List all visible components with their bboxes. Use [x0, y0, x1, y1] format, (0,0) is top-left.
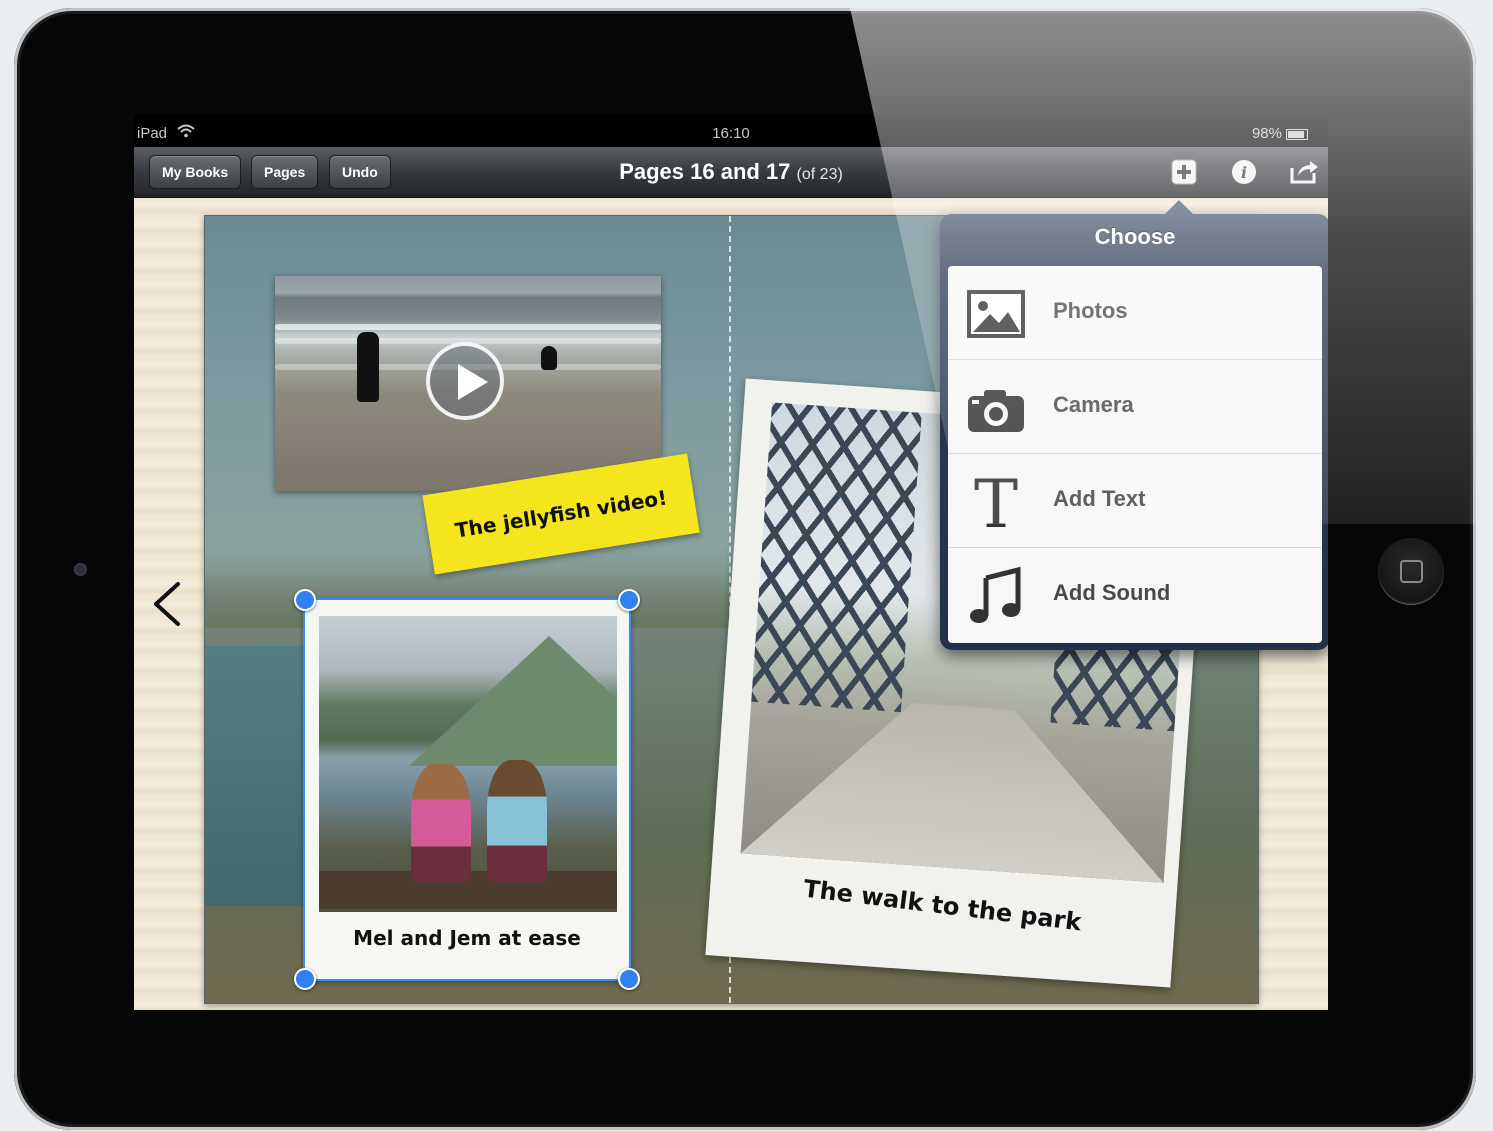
text-icon: T — [974, 472, 1018, 532]
bridge-truss — [751, 402, 922, 713]
add-icon[interactable] — [1167, 155, 1201, 189]
svg-text:T: T — [974, 472, 1018, 532]
camera-icon — [968, 390, 1024, 432]
kids-photo-card[interactable]: Mel and Jem at ease — [294, 589, 640, 990]
menu-item-label: Camera — [1053, 392, 1134, 417]
mountain — [409, 636, 617, 766]
jellyfish-video[interactable] — [275, 276, 661, 491]
status-time: 16:10 — [712, 125, 750, 142]
menu-item-label: Add Text — [1053, 486, 1146, 511]
wave — [275, 324, 661, 330]
svg-text:i: i — [1241, 163, 1247, 182]
page-title-main: Pages 16 and 17 — [619, 159, 791, 184]
kids-photo — [319, 616, 617, 912]
popover-arrow — [1164, 200, 1194, 215]
menu-item-add-sound[interactable]: Add Sound — [948, 548, 1322, 642]
toolbar: My Books Pages Undo Pages 16 and 17 (of … — [134, 147, 1328, 198]
page-title: Pages 16 and 17 (of 23) — [134, 159, 1328, 185]
kids-caption: Mel and Jem at ease — [353, 926, 581, 950]
menu-item-camera[interactable]: Camera — [948, 360, 1322, 454]
popover-title: Choose — [1094, 224, 1176, 249]
photo-icon — [967, 290, 1025, 338]
home-button[interactable] — [1378, 538, 1444, 604]
popover-list: Photos Camera T Add Text Add Sound — [948, 266, 1322, 643]
battery-icon — [1286, 128, 1308, 140]
resize-handle-bottom-right[interactable] — [618, 968, 640, 990]
battery-percent: 98% — [1251, 125, 1282, 142]
child-left — [411, 764, 471, 882]
page-title-count: (of 23) — [796, 166, 843, 183]
child-silhouette — [541, 346, 557, 370]
front-camera — [74, 563, 87, 576]
child-silhouette — [357, 332, 379, 402]
resize-handle-bottom-left[interactable] — [294, 968, 316, 990]
resize-handle-top-left[interactable] — [294, 589, 316, 611]
menu-item-photos[interactable]: Photos — [948, 266, 1322, 360]
home-square-icon — [1400, 560, 1423, 583]
choose-popover: Choose Photos Camera T Add Text Add Soun… — [940, 200, 1328, 650]
status-bar: iPad 16:10 98% — [134, 115, 1328, 147]
info-icon[interactable]: i — [1227, 155, 1261, 189]
child-right — [487, 760, 547, 882]
menu-item-add-text[interactable]: T Add Text — [948, 454, 1322, 548]
resize-handle-top-right[interactable] — [618, 589, 640, 611]
play-button[interactable] — [426, 342, 504, 420]
share-icon[interactable] — [1287, 155, 1321, 189]
status-battery: 98% — [1252, 125, 1308, 142]
previous-page-icon[interactable] — [150, 580, 184, 628]
menu-item-label: Photos — [1053, 298, 1128, 323]
music-note-icon — [970, 566, 1021, 623]
menu-item-label: Add Sound — [1053, 580, 1171, 605]
ipad-screen: iPad 16:10 98% My Books Pages Undo Pages… — [134, 115, 1328, 1010]
